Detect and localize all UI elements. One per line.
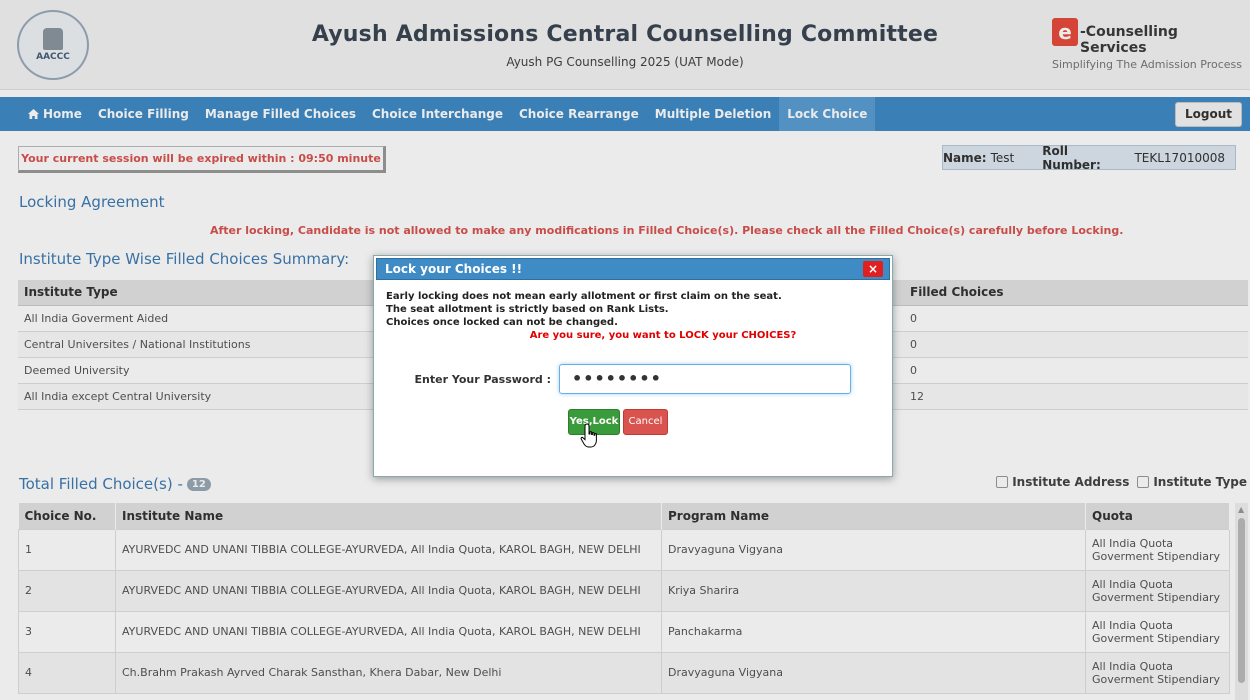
password-input[interactable]: •••••••• <box>559 364 851 394</box>
dialog-confirm-question: Are you sure, you want to LOCK your CHOI… <box>529 330 797 341</box>
close-icon[interactable]: × <box>863 261 883 277</box>
password-row: Enter Your Password : •••••••• <box>374 364 892 394</box>
password-label: Enter Your Password : <box>414 372 551 386</box>
dialog-line-2: The seat allotment is strictly based on … <box>386 304 669 315</box>
dialog-body: Early locking does not mean early allotm… <box>374 282 892 342</box>
dialog-header: Lock your Choices !! × <box>376 258 890 280</box>
cancel-button[interactable]: Cancel <box>623 409 668 435</box>
dialog-line-1: Early locking does not mean early allotm… <box>386 291 782 302</box>
hand-cursor-icon <box>580 423 597 448</box>
lock-choices-dialog: Lock your Choices !! × Early locking doe… <box>373 255 893 477</box>
dialog-line-3: Choices once locked can not be changed. <box>386 317 618 328</box>
dialog-title: Lock your Choices !! <box>385 262 523 276</box>
